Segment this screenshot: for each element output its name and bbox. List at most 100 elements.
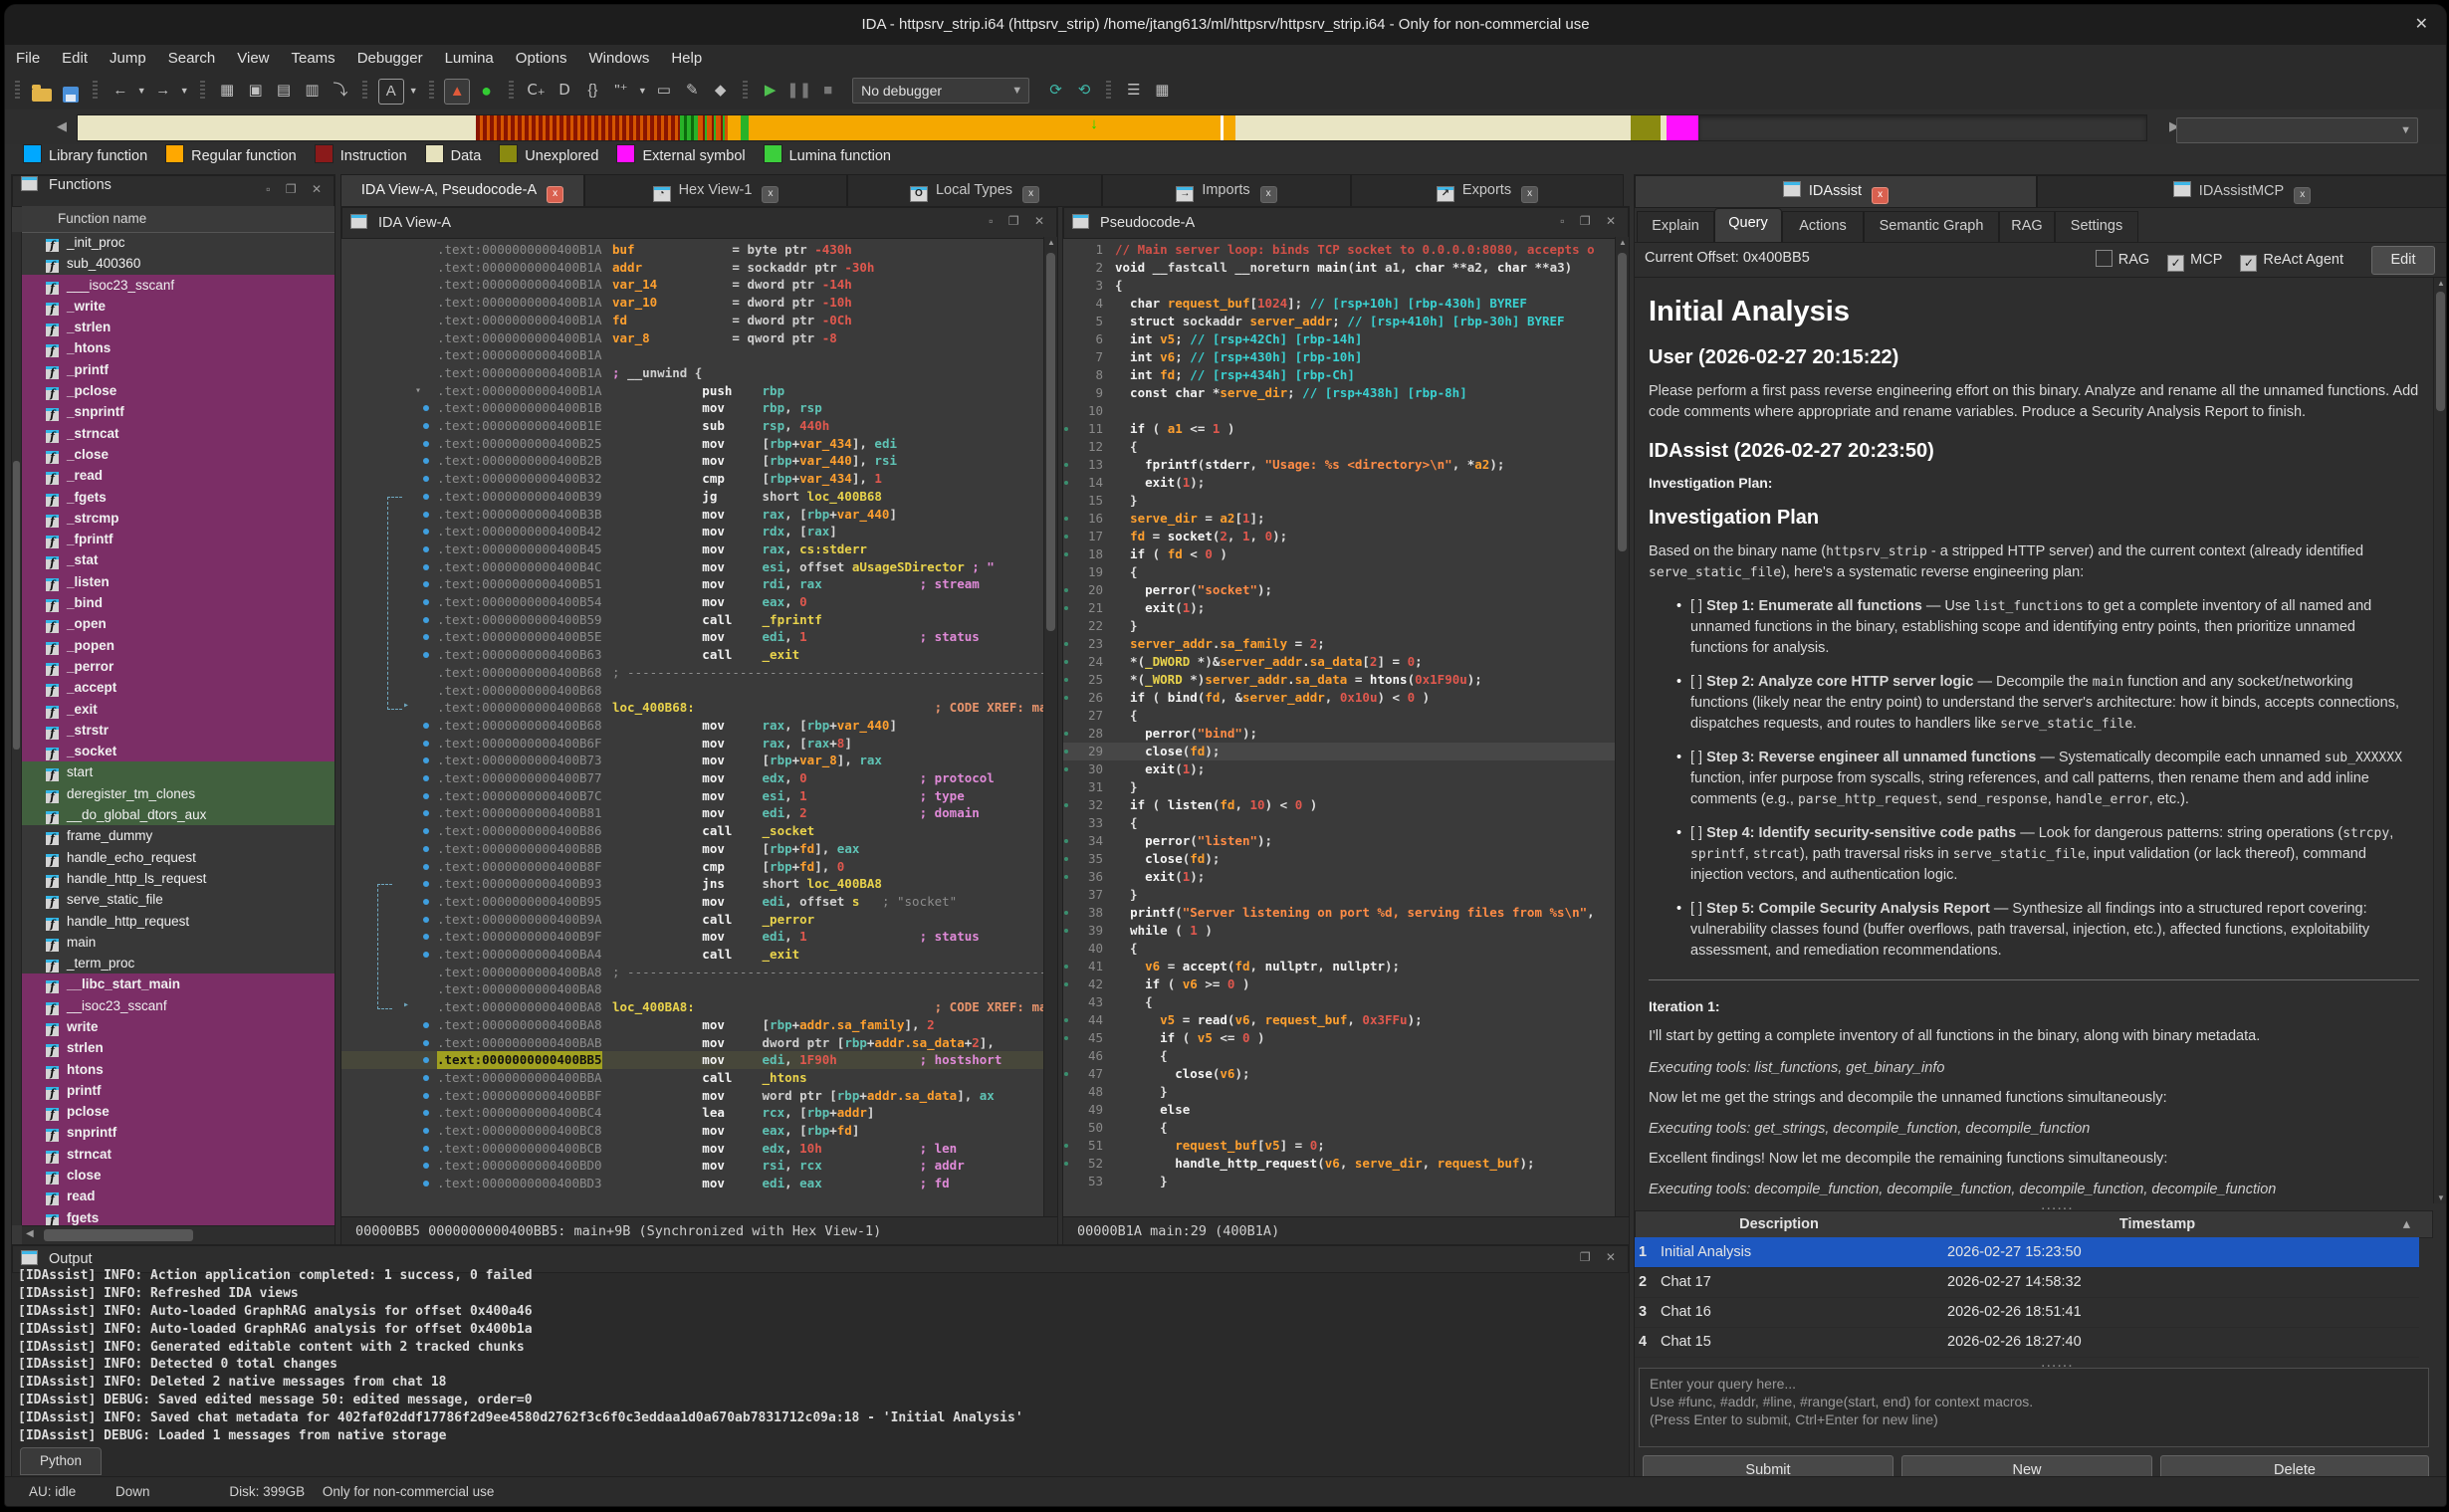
pseudocode-line[interactable]: 45 if ( v5 <= 0 ) [1063,1029,1629,1047]
disasm-line[interactable]: .text:0000000000400B1Avar_8 = qword ptr … [341,329,1057,347]
disasm-line[interactable]: ▾.text:0000000000400B1A push rbp [341,382,1057,400]
output-log[interactable]: [IDAssist] INFO: Action application comp… [18,1267,1625,1447]
subtab-explain[interactable]: Explain [1637,211,1714,243]
pseudocode-line[interactable]: 15 } [1063,492,1629,510]
function-row[interactable]: fwrite [22,1016,334,1037]
function-row[interactable]: f_write [22,296,334,317]
edit-button[interactable]: Edit [2371,246,2435,275]
function-row[interactable]: f_fprintf [22,529,334,549]
disasm-line[interactable]: .text:0000000000400B51 mov rdi, rax ; st… [341,575,1057,593]
function-row[interactable]: fsnprintf [22,1122,334,1143]
pseudocode-line[interactable]: 14 exit(1); [1063,474,1629,492]
disasm-line[interactable]: .text:0000000000400BCB mov edx, 10h ; le… [341,1140,1057,1158]
debugger-combo[interactable]: No debugger▼ [852,78,1029,104]
pseudocode-line[interactable]: 46 { [1063,1047,1629,1065]
menu-item-jump[interactable]: Jump [99,45,157,74]
disasm-line[interactable]: .text:0000000000400BA4 call _exit [341,946,1057,964]
pseudocode-line[interactable]: 19 { [1063,563,1629,581]
chat-splitter[interactable] [1635,1203,2447,1210]
save-icon[interactable] [59,79,83,103]
text-view-icon[interactable]: A [378,79,404,105]
pseudocode-scrollbar[interactable]: ▲ [1615,237,1629,1217]
ida-view-window-buttons[interactable]: ▫ ❐ ✕ [989,214,1050,228]
pseudocode-listing[interactable]: 1// Main server loop: binds TCP socket t… [1063,237,1629,1217]
function-row[interactable]: fsub_400360 [22,253,334,274]
disasm-line[interactable]: .text:0000000000400B5E mov edi, 1 ; stat… [341,628,1057,646]
pseudocode-line[interactable]: 44 v5 = read(v6, request_buf, 0x3FFu); [1063,1011,1629,1029]
disasm-line[interactable]: .text:0000000000400B68 mov rax, [rbp+var… [341,717,1057,735]
pseudocode-line[interactable]: 17 fd = socket(2, 1, 0); [1063,528,1629,545]
function-row[interactable]: f_init_proc [22,232,334,253]
pseudocode-header[interactable]: Pseudocode-A ▫ ❐ ✕ [1063,207,1629,239]
tab-close-icon[interactable]: x [1521,186,1538,203]
tab-local-types[interactable]: OLocal Typesx [847,174,1102,207]
pseudocode-line[interactable]: 33 { [1063,814,1629,832]
function-row[interactable]: f_read [22,465,334,486]
disasm-line[interactable]: .text:0000000000400B39 jg short loc_400B… [341,488,1057,506]
pseudocode-line[interactable]: 47 close(v6); [1063,1065,1629,1083]
disassembly-listing[interactable]: .text:0000000000400B1Abuf = byte ptr -43… [341,237,1057,1217]
disasm-line[interactable]: .text:0000000000400BA8 [341,980,1057,998]
function-row[interactable]: f_pclose [22,380,334,401]
signatures-icon[interactable]: ▥ [300,79,324,103]
pseudocode-window-buttons[interactable]: ▫ ❐ ✕ [1560,214,1622,228]
window-list-icon[interactable]: ▦ [215,79,239,103]
pseudocode-line[interactable]: 24 *(_DWORD *)&server_addr.sa_data[2] = … [1063,653,1629,671]
chat-row[interactable]: 2Chat 172026-02-27 14:58:32 [1635,1267,2419,1298]
pseudocode-line[interactable]: 11 if ( a1 <= 1 ) [1063,420,1629,438]
pseudocode-line[interactable]: 29 close(fd); [1063,743,1629,760]
list-icon[interactable]: ☰ [1122,79,1146,103]
function-row[interactable]: fstrncat [22,1144,334,1165]
pseudocode-line[interactable]: 22 } [1063,617,1629,635]
table-icon[interactable]: ▦ [1150,79,1174,103]
disasm-line[interactable]: .text:0000000000400BD0 mov rsi, rcx ; ad… [341,1157,1057,1175]
pseudocode-line[interactable]: 34 perror("listen"); [1063,832,1629,850]
menu-item-teams[interactable]: Teams [281,45,346,74]
function-row[interactable]: f_snprintf [22,401,334,422]
debugger-stop-icon[interactable]: ■ [816,79,840,103]
disasm-line[interactable]: .text:0000000000400B6F mov rax, [rax+8] [341,735,1057,753]
function-row[interactable]: f_strstr [22,720,334,741]
subtab-semantic-graph[interactable]: Semantic Graph [1864,211,1999,243]
pseudocode-line[interactable]: 40 { [1063,940,1629,958]
debugger-start-icon[interactable]: ▶ [759,79,782,103]
tab-close-icon[interactable]: x [1872,187,1889,204]
function-row[interactable]: f___isoc23_sscanf [22,275,334,296]
pseudocode-line[interactable]: 30 exit(1); [1063,760,1629,778]
pseudocode-line[interactable]: 10 [1063,402,1629,420]
pseudocode-line[interactable]: 37 } [1063,886,1629,904]
subtab-settings[interactable]: Settings [2055,211,2138,243]
disasm-line[interactable]: .text:0000000000400B42 mov rdx, [rax] [341,523,1057,540]
chat-row[interactable]: 1Initial Analysis2026-02-27 15:23:50 [1635,1237,2419,1268]
forward-dropdown-icon[interactable]: ▼ [179,79,189,103]
function-row[interactable]: f_term_proc [22,953,334,973]
disasm-line[interactable]: .text:0000000000400B8B mov [rbp+fd], eax [341,840,1057,858]
navigate-forward-icon[interactable]: → [151,79,175,103]
pseudocode-line[interactable]: 28 perror("bind"); [1063,725,1629,743]
pseudocode-line[interactable]: 20 perror("socket"); [1063,581,1629,599]
pseudocode-line[interactable]: 12 { [1063,438,1629,456]
navband-range-combo[interactable]: ▼ [2176,117,2418,143]
function-row[interactable]: f_exit [22,699,334,720]
menu-item-edit[interactable]: Edit [51,45,99,74]
disasm-line[interactable]: .text:0000000000400B1B mov rbp, rsp [341,399,1057,417]
function-row[interactable]: f_strlen [22,317,334,337]
pseudocode-line[interactable]: 32 if ( listen(fd, 10) < 0 ) [1063,796,1629,814]
data-icon[interactable]: Ⅾ [553,79,576,103]
disasm-line[interactable]: .text:0000000000400B1Aaddr = sockaddr pt… [341,259,1057,277]
pseudocode-line[interactable]: 16 serve_dir = a2[1]; [1063,510,1629,528]
tab-idassistmcp[interactable]: IDAssistMCPx [2037,175,2447,208]
tab-hex-view-1[interactable]: ◔Hex View-1x [584,174,847,207]
tab-close-icon[interactable]: x [762,186,779,203]
create-function-icon[interactable]: Ⅽ₊ [525,79,549,103]
disasm-line[interactable]: .text:0000000000400B81 mov edi, 2 ; doma… [341,804,1057,822]
fold-arrow-icon[interactable]: ▾ [415,382,421,400]
disasm-line[interactable]: .text:0000000000400B54 mov eax, 0 [341,593,1057,611]
idassist-conversation[interactable]: Initial AnalysisUser (2026-02-27 20:15:2… [1635,278,2433,1203]
menu-item-windows[interactable]: Windows [577,45,660,74]
disasm-line[interactable]: .text:0000000000400BB5 mov edi, 1F90h ; … [341,1051,1057,1069]
pseudocode-line[interactable]: 4 char request_buf[1024]; // [rsp+10h] [… [1063,295,1629,313]
disasm-line[interactable]: .text:0000000000400B32 cmp [rbp+var_434]… [341,470,1057,488]
query-input[interactable]: Enter your query here...Use #func, #addr… [1639,1368,2429,1447]
disasm-line[interactable]: .text:0000000000400B1A [341,346,1057,364]
